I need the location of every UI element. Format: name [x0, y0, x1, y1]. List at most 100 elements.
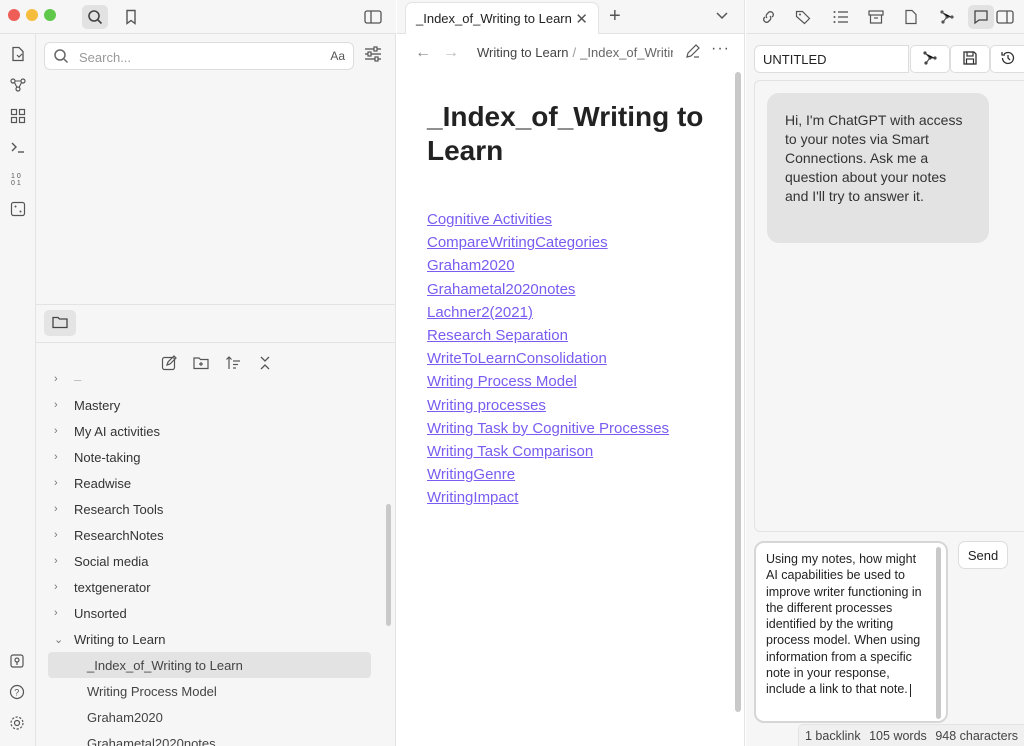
breadcrumb-file[interactable]: _Index_of_Writing to Learn [580, 45, 673, 60]
status-bar: 1 backlink 105 words 948 characters [798, 724, 1024, 746]
internal-link[interactable]: WritingGenre [427, 463, 727, 486]
history-icon [1000, 50, 1016, 69]
folder-item-readwise[interactable]: › Readwise [54, 470, 131, 496]
backlinks-icon[interactable] [756, 5, 782, 29]
chevron-down-icon[interactable] [716, 8, 728, 23]
internal-link[interactable]: Writing processes [427, 394, 727, 417]
search-input[interactable] [79, 47, 329, 67]
folder-item-textgenerator[interactable]: › textgenerator [54, 574, 151, 600]
internal-link[interactable]: Research Separation [427, 324, 727, 347]
file-icon[interactable] [898, 5, 924, 29]
link-list: Cognitive Activities CompareWritingCateg… [427, 208, 727, 510]
split-view-icon[interactable] [992, 5, 1018, 29]
open-quick-switcher-icon[interactable] [5, 42, 31, 66]
graph-view-icon[interactable] [5, 73, 31, 97]
search-field[interactable]: Aa [44, 42, 354, 70]
save-icon [962, 50, 978, 69]
editor-scrollbar[interactable] [735, 72, 741, 712]
smart-connections-icon[interactable] [934, 5, 960, 29]
chat-messages: Hi, I'm ChatGPT with access to your note… [754, 80, 1024, 532]
file-item[interactable]: Grahametal2020notes [87, 730, 216, 746]
folder-item-researchnotes[interactable]: › ResearchNotes [54, 522, 164, 548]
file-item-selected[interactable]: _Index_of_Writing to Learn [48, 652, 371, 678]
internal-link[interactable]: Lachner2(2021) [427, 301, 727, 324]
close-window-button[interactable] [8, 9, 20, 21]
internal-link[interactable]: WriteToLearnConsolidation [427, 347, 727, 370]
assistant-message: Hi, I'm ChatGPT with access to your note… [767, 93, 989, 243]
internal-link[interactable]: Writing Process Model [427, 370, 727, 393]
chat-history-button[interactable] [990, 45, 1024, 73]
minimize-window-button[interactable] [26, 9, 38, 21]
new-folder-icon[interactable] [190, 352, 212, 374]
chat-connections-button[interactable] [910, 45, 950, 73]
internal-link[interactable]: CompareWritingCategories [427, 231, 727, 254]
file-item[interactable]: Graham2020 [87, 704, 163, 730]
folder-item-my-ai-activities[interactable]: › My AI activities [54, 418, 160, 444]
search-icon [53, 48, 69, 67]
search-settings-icon[interactable] [364, 46, 382, 65]
edit-mode-icon[interactable] [685, 43, 701, 62]
match-case-toggle[interactable]: Aa [330, 49, 345, 63]
archive-icon[interactable] [863, 5, 889, 29]
internal-link[interactable]: WritingImpact [427, 486, 727, 509]
chat-title-field[interactable]: UNTITLED [754, 45, 909, 73]
folder-item-writing-to-learn[interactable]: ⌄ Writing to Learn [54, 626, 166, 652]
search-icon[interactable] [82, 5, 108, 29]
sidebar-toggle-icon[interactable] [360, 5, 386, 29]
internal-link[interactable]: Writing Task by Cognitive Processes [427, 417, 727, 440]
command-palette-icon[interactable] [5, 135, 31, 159]
settings-icon[interactable] [6, 712, 28, 734]
new-note-icon[interactable] [158, 352, 180, 374]
internal-link[interactable]: Cognitive Activities [427, 208, 727, 231]
breadcrumb-folder[interactable]: Writing to Learn [477, 45, 569, 60]
internal-link[interactable]: Grahametal2020notes [427, 278, 727, 301]
zoom-window-button[interactable] [44, 9, 56, 21]
templates-icon[interactable]: 1 00 1 [5, 166, 31, 190]
folder-item-unsorted[interactable]: › Unsorted [54, 600, 127, 626]
svg-text:?: ? [14, 688, 19, 698]
outline-icon[interactable] [828, 5, 854, 29]
breadcrumb-separator: / [572, 45, 577, 60]
vault-icon[interactable] [6, 650, 28, 672]
files-tab[interactable] [44, 310, 76, 336]
folder-item-research-tools[interactable]: › Research Tools [54, 496, 163, 522]
folder-label: Mastery [74, 397, 121, 413]
internal-link[interactable]: Writing Task Comparison [427, 440, 727, 463]
save-chat-button[interactable] [950, 45, 990, 73]
file-nav-actions [158, 352, 276, 374]
sort-icon[interactable] [222, 352, 244, 374]
more-options-icon[interactable]: ··· [711, 40, 730, 58]
file-item[interactable]: Writing Process Model [87, 678, 217, 704]
internal-link[interactable]: Graham2020 [427, 254, 727, 277]
chat-input-scrollbar[interactable] [936, 547, 941, 719]
help-icon[interactable]: ? [6, 681, 28, 703]
folder-label: Unsorted [74, 605, 127, 621]
tab-index-note[interactable]: _Index_of_Writing to Learn ✕ [405, 2, 599, 34]
random-note-icon[interactable] [5, 197, 31, 221]
collapse-all-icon[interactable] [254, 352, 276, 374]
back-arrow-icon[interactable]: ← [415, 44, 431, 62]
tags-icon[interactable] [791, 5, 817, 29]
forward-arrow-icon[interactable]: → [443, 44, 459, 62]
editor-pane: _Index_of_Writing to Learn ✕ + ← → Writi… [397, 0, 745, 746]
right-sidebar: UNTITLED Hi, I'm ChatGPT with access to … [746, 0, 1024, 746]
sidebar-scrollbar[interactable] [386, 504, 391, 626]
canvas-icon[interactable] [5, 104, 31, 128]
send-button[interactable]: Send [958, 541, 1008, 569]
folder-item-note-taking[interactable]: › Note-taking [54, 444, 140, 470]
bookmark-icon[interactable] [118, 5, 144, 29]
folder-item-social-media[interactable]: › Social media [54, 548, 148, 574]
chat-icon[interactable] [968, 5, 994, 29]
folder-item-mastery[interactable]: › Mastery [54, 392, 120, 418]
svg-text:0 1: 0 1 [11, 180, 21, 186]
folder-item[interactable]: › – [54, 374, 81, 392]
tab-bar: _Index_of_Writing to Learn ✕ + [397, 0, 744, 34]
chevron-right-icon: › [54, 581, 58, 593]
backlink-count[interactable]: 1 backlink [805, 729, 861, 743]
chat-input-text[interactable]: Using my notes, how might AI capabilitie… [766, 551, 928, 698]
folder-icon [52, 315, 68, 332]
new-tab-icon[interactable]: + [609, 5, 621, 28]
close-icon[interactable]: ✕ [575, 10, 588, 28]
tab-label: _Index_of_Writing to Learn [416, 11, 572, 26]
chat-input[interactable]: Using my notes, how might AI capabilitie… [754, 541, 948, 723]
